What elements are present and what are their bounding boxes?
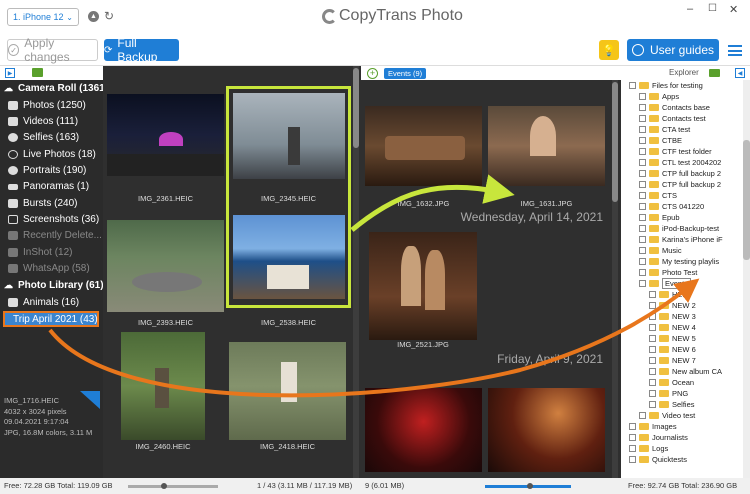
arrow-green: [350, 174, 515, 232]
status-mid1: 1 / 43 (3.11 MB / 117.19 MB): [257, 481, 353, 490]
annotation-arrows: [48, 174, 700, 398]
arrow-orange: [48, 278, 700, 398]
status-left: Free: 72.28 GB Total: 119.09 GB: [4, 481, 113, 490]
zoom-slider[interactable]: [128, 483, 218, 489]
zoom-slider[interactable]: [485, 483, 571, 489]
status-mid2: 9 (6.01 MB): [365, 481, 405, 490]
status-right: Free: 92.74 GB Total: 236.90 GB: [628, 481, 738, 490]
status-bar: Free: 72.28 GB Total: 119.09 GB 1 / 43 (…: [0, 478, 750, 494]
